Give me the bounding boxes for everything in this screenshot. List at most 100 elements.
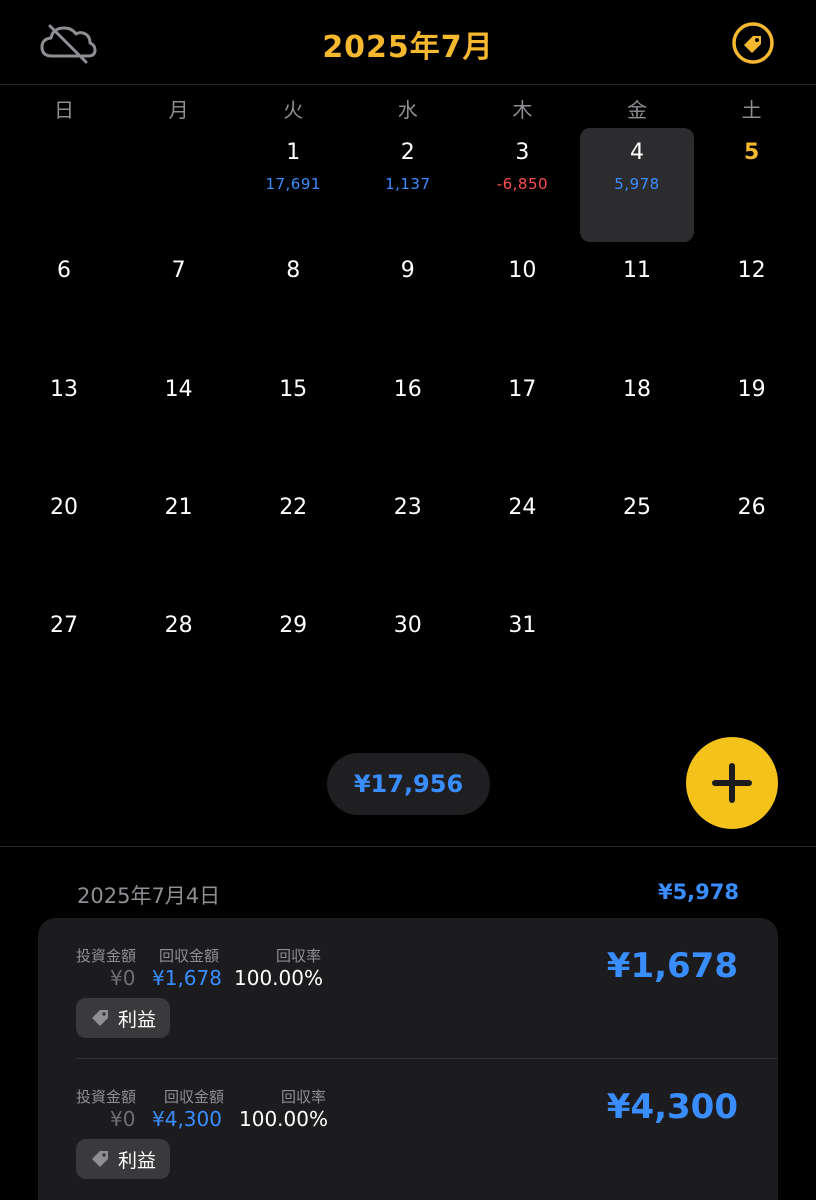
day-number: 4 [630,140,644,165]
day-number: 2 [400,140,415,165]
return-label: 回収金額 [164,1088,225,1106]
day-cell[interactable]: 20 [7,483,121,597]
rate-value: 100.00% [239,1107,328,1131]
top-bar: 2025年7月 [0,0,816,85]
day-number: 14 [164,376,193,402]
tag-label: 利益 [118,1149,157,1172]
weekday-header: 日月火水木金土 [0,94,816,124]
day-number: 23 [393,494,422,520]
day-cell[interactable]: 17 [465,365,579,479]
day-cell[interactable]: 7 [122,246,236,360]
day-number: 7 [171,258,186,284]
day-number: 6 [57,258,71,284]
day-number: 29 [279,613,308,639]
day-cell[interactable]: 15 [236,365,350,479]
return-label: 回収金額 [159,947,220,965]
return-value: ¥1,678 [152,966,222,990]
tag-chip[interactable]: 利益 [76,1139,171,1179]
day-number: 27 [50,613,78,639]
day-cell[interactable]: 10 [465,246,579,360]
day-number: 9 [400,258,415,284]
weekday-label: 月 [168,98,189,122]
plus-icon[interactable] [686,737,778,829]
invest-label: 投資金額 [76,1088,137,1106]
day-cell[interactable]: 1 17,691 [236,128,350,242]
day-number: 11 [623,258,651,284]
rate-label: 回収率 [281,1088,327,1106]
day-number: 12 [737,258,766,284]
day-cell[interactable]: 13 [7,365,121,479]
entries-card: 投資金額 回収金額 回収率 ¥0 ¥1,678 100.00% ¥1,678 利… [38,918,778,1200]
day-number: 26 [737,494,766,520]
day-amount: 1,137 [385,175,431,193]
day-amount: 5,978 [614,175,660,193]
day-number: 24 [508,494,537,520]
day-number: 30 [393,613,422,639]
entry-item[interactable]: 投資金額 回収金額 回収率 ¥0 ¥1,678 100.00% ¥1,678 利… [38,918,778,1059]
day-number: 20 [50,494,78,520]
day-number: 22 [279,494,308,520]
day-number: 5 [743,140,760,165]
weekday-label: 日 [54,98,74,122]
day-cell[interactable]: 12 [695,246,809,360]
day-cell[interactable]: 29 [236,601,350,715]
day-number: 15 [279,376,308,402]
rate-value: 100.00% [234,966,323,990]
day-number: 10 [508,258,537,284]
day-number: 17 [508,376,537,402]
day-number: 13 [50,376,78,402]
day-cell[interactable]: 23 [351,483,465,597]
day-cell[interactable]: 27 [7,601,121,715]
day-cell[interactable]: 11 [580,246,694,360]
entry-item[interactable]: 投資金額 回収金額 回収率 ¥0 ¥4,300 100.00% ¥4,300 利… [38,1059,778,1199]
selected-date: 2025年7月4日 [77,884,221,908]
selected-day-total: ¥5,978 [657,880,739,904]
day-number: 25 [623,494,651,520]
entry-amount: ¥4,300 [606,1087,738,1127]
day-cell[interactable]: 5 [695,128,809,242]
day-number: 3 [515,140,530,165]
day-number: 21 [164,494,193,520]
day-cell[interactable]: 21 [122,483,236,597]
day-cell[interactable]: 16 [351,365,465,479]
divider [0,846,816,847]
entry-amount: ¥1,678 [606,946,738,986]
invest-value: ¥0 [110,966,136,990]
tag-chip[interactable]: 利益 [76,998,171,1038]
weekday-label: 水 [397,98,418,122]
day-cell[interactable]: 19 [695,365,809,479]
day-cell[interactable]: 14 [122,365,236,479]
tag-label: 利益 [118,1008,157,1031]
day-cell[interactable]: 22 [236,483,350,597]
weekday-label: 木 [512,98,533,122]
day-cell[interactable]: 31 [465,601,579,715]
day-number: 31 [508,613,537,639]
day-cell[interactable]: 3 -6,850 [465,128,579,242]
day-cell[interactable]: 28 [122,601,236,715]
tag-icon[interactable] [731,21,775,65]
weekday-label: 金 [627,98,647,122]
day-number: 16 [393,376,422,402]
tag-chip-icon [92,1010,108,1026]
invest-value: ¥0 [110,1107,136,1131]
day-cell[interactable]: 26 [695,483,809,597]
day-cell[interactable]: 9 [351,246,465,360]
day-cell[interactable]: 30 [351,601,465,715]
day-number: 28 [164,613,193,639]
weekday-label: 火 [283,98,304,122]
day-cell[interactable]: 4 5,978 [580,128,694,242]
day-cell[interactable]: 25 [580,483,694,597]
day-cell[interactable]: 8 [236,246,350,360]
day-number: 18 [623,376,651,402]
day-cell[interactable]: 18 [580,365,694,479]
invest-label: 投資金額 [76,947,137,965]
day-cell[interactable]: 6 [7,246,121,360]
rate-label: 回収率 [276,947,322,965]
weekday-label: 土 [741,98,762,122]
day-cell[interactable]: 24 [465,483,579,597]
month-total-pill[interactable]: ¥17,956 [327,753,490,815]
day-cell[interactable]: 2 1,137 [351,128,465,242]
return-value: ¥4,300 [152,1107,222,1131]
month-title[interactable]: 2025年7月 [0,22,816,66]
day-number: 1 [286,140,301,165]
